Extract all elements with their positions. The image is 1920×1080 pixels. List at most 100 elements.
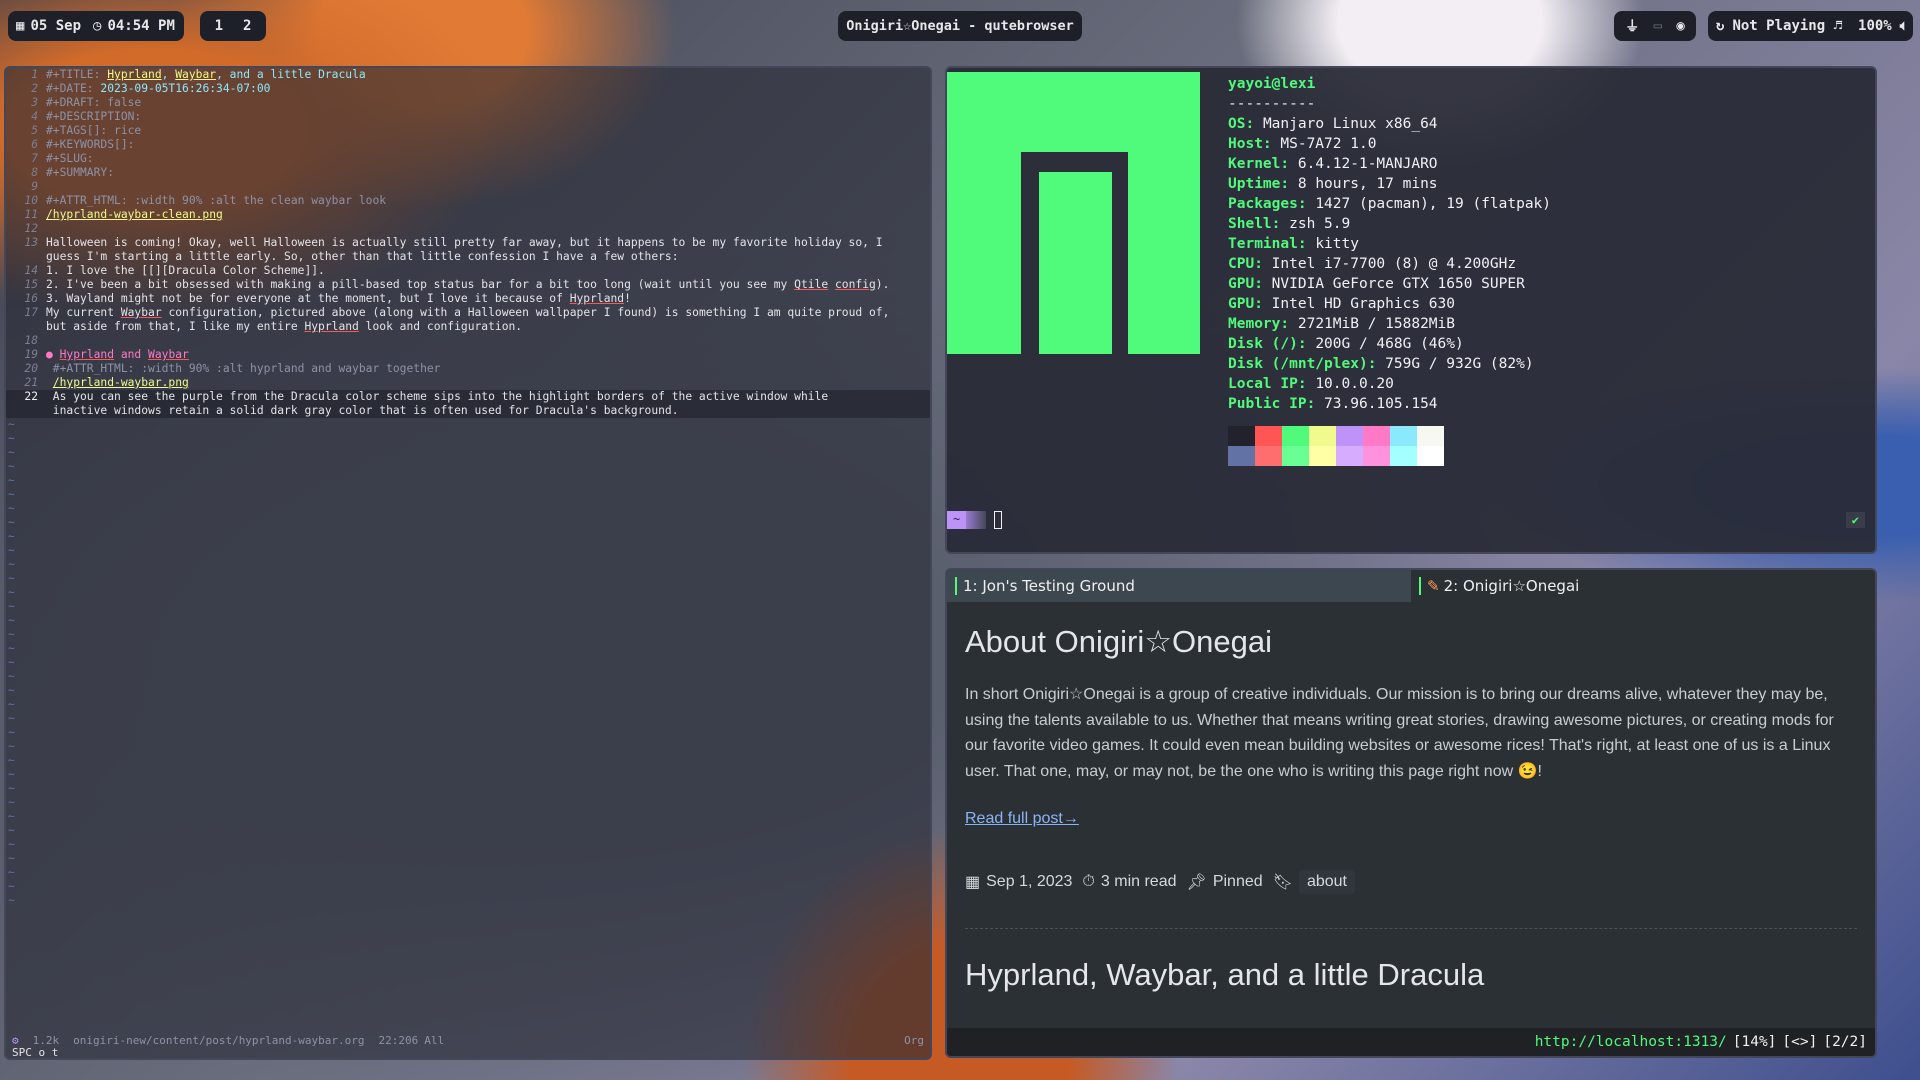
empty-line-marker: ~	[8, 880, 15, 893]
buffer-path: onigiri-new/content/post/hyprland-waybar…	[73, 1034, 365, 1047]
fetch-colon: :	[1297, 236, 1316, 252]
line-segment: configuration, pictured above (along wit…	[161, 306, 890, 319]
editor-line[interactable]: 4 #+DESCRIPTION:	[6, 110, 930, 124]
web-page: About Onigiri☆Onegai In short Onigiri☆On…	[947, 624, 1875, 993]
fetch-row: Kernel: 6.4.12-1-MANJARO	[1228, 154, 1551, 174]
monitor-icon[interactable]: ▭	[1654, 18, 1662, 34]
line-segment: As you can see the purple from the Dracu…	[46, 390, 829, 403]
line-number: 21	[24, 376, 38, 389]
editor-line[interactable]: 11/hyprland-waybar-clean.png	[6, 208, 930, 222]
line-segment: 1. I love the [[][Dracula Color Scheme]]…	[46, 264, 325, 277]
empty-line-marker: ~	[8, 810, 15, 823]
tag-about[interactable]: about	[1298, 870, 1355, 894]
editor-line[interactable]: 5 #+TAGS[]: rice	[6, 124, 930, 138]
read-full-post-link[interactable]: Read full post→	[965, 810, 1079, 827]
editor-line[interactable]: 8 #+SUMMARY:	[6, 166, 930, 180]
line-segment: Hyprland	[304, 320, 359, 333]
kitty-terminal[interactable]: yayoi@lexi ---------- OS: Manjaro Linux …	[945, 66, 1877, 554]
fetch-key: Local IP	[1228, 376, 1298, 392]
empty-line-marker: ~	[8, 740, 15, 753]
line-segment	[828, 278, 835, 291]
editor-line[interactable]: 13 Halloween is coming! Okay, well Hallow…	[6, 236, 930, 250]
empty-line-marker: ~	[8, 544, 15, 557]
line-segment: Qtile	[794, 278, 829, 291]
color-swatch	[1336, 446, 1363, 466]
editor-line[interactable]: 3 #+DRAFT: false	[6, 96, 930, 110]
editor-line[interactable]: 6 #+KEYWORDS[]:	[6, 138, 930, 152]
editor-line[interactable]: 17 My current Waybar configuration, pictu…	[6, 306, 930, 320]
line-segment: #+TITLE:	[46, 68, 108, 81]
fetch-colon: :	[1306, 396, 1325, 412]
line-text: #+DATE: 2023-09-05T16:26:34-07:00	[46, 82, 930, 96]
workspace-1[interactable]: 1	[205, 18, 233, 34]
clock-pill[interactable]: ▦ 05 Sep ◷ 04:54 PM	[8, 11, 184, 41]
color-swatch	[1228, 446, 1255, 466]
line-text: /hyprland-waybar-clean.png	[46, 208, 930, 222]
fetch-key: Disk (/)	[1228, 336, 1298, 352]
editor-line[interactable]: 1 #+TITLE: Hyprland, Waybar, and a little…	[6, 68, 930, 82]
line-text	[46, 334, 930, 348]
fetch-value: Intel HD Graphics 630	[1271, 296, 1455, 312]
tab-onigiri-onegai[interactable]: ✎ 2: Onigiri☆Onegai	[1411, 570, 1875, 602]
workspace-2[interactable]: 2	[233, 18, 261, 34]
empty-line-marker: ~	[8, 852, 15, 865]
editor-line[interactable]: 10 #+ATTR_HTML: :width 90% :alt the clean…	[6, 194, 930, 208]
usb-icon[interactable]: ⏚	[1625, 16, 1639, 36]
editor-line[interactable]: 18	[6, 334, 930, 348]
fetch-key: Host	[1228, 136, 1263, 152]
line-segment: My current	[46, 306, 121, 319]
editor-line[interactable]: guess I'm starting a little early. So, o…	[6, 250, 930, 264]
date-text: 05 Sep	[30, 18, 82, 34]
editor-line[interactable]: 15 2. I've been a bit obsessed with makin…	[6, 278, 930, 292]
fetch-value: Intel i7-7700 (8) @ 4.200GHz	[1271, 256, 1517, 272]
editor-line[interactable]: 19 ● Hyprland and Waybar	[6, 348, 930, 362]
editor-line[interactable]: 22 As you can see the purple from the Dr…	[6, 390, 930, 404]
empty-line-marker: ~	[8, 670, 15, 683]
editor-line[interactable]: 16 3. Wayland might not be for everyone a…	[6, 292, 930, 306]
editor-line[interactable]: 14 1. I love the [[][Dracula Color Scheme…	[6, 264, 930, 278]
fetch-value: 73.96.105.154	[1324, 396, 1438, 412]
editor-line[interactable]: 12	[6, 222, 930, 236]
discord-icon[interactable]: ◉	[1676, 18, 1684, 34]
line-number: 11	[24, 208, 38, 221]
editor-buffer[interactable]: 1 #+TITLE: Hyprland, Waybar, and a little…	[6, 68, 930, 908]
line-segment: #+TAGS[]: rice	[46, 124, 142, 137]
post-title[interactable]: About Onigiri☆Onegai	[965, 624, 1857, 660]
terminal-cursor	[994, 511, 1003, 529]
empty-line-marker: ~	[8, 796, 15, 809]
fetch-key: Memory	[1228, 316, 1281, 332]
empty-line-marker: ~	[8, 656, 15, 669]
tab-label: 1: Jon's Testing Ground	[963, 577, 1135, 595]
editor-line[interactable]: but aside from that, I like my entire Hy…	[6, 320, 930, 334]
media-pill[interactable]: ↻ Not Playing ♬ 100% 🔈︎	[1708, 11, 1913, 41]
editor-line[interactable]: 2 #+DATE: 2023-09-05T16:26:34-07:00	[6, 82, 930, 96]
fetch-colon: :	[1280, 176, 1298, 192]
tab-jons-testing-ground[interactable]: 1: Jon's Testing Ground	[947, 570, 1411, 602]
line-number: 4	[31, 110, 38, 123]
fetch-value: 10.0.0.20	[1315, 376, 1394, 392]
editor-line[interactable]: inactive windows retain a solid dark gra…	[6, 404, 930, 418]
editor-line[interactable]: 21 /hyprland-waybar.png	[6, 376, 930, 390]
empty-line-marker: ~	[8, 586, 15, 599]
refresh-icon: ↻	[1716, 18, 1725, 34]
shell-prompt[interactable]: ~	[947, 511, 1003, 529]
editor-line[interactable]: 9	[6, 180, 930, 194]
volume-text[interactable]: 100%	[1858, 18, 1892, 34]
fetch-colon: :	[1245, 116, 1263, 132]
empty-line-marker: ~	[8, 782, 15, 795]
empty-line-marker: ~	[8, 432, 15, 445]
emacs-editor-window[interactable]: 1 #+TITLE: Hyprland, Waybar, and a little…	[4, 66, 932, 1060]
qutebrowser-window[interactable]: 1: Jon's Testing Ground ✎ 2: Onigiri☆One…	[945, 568, 1877, 1058]
minibuffer[interactable]: SPC o t	[12, 1046, 58, 1058]
fetch-key: Public IP	[1228, 396, 1307, 412]
editor-line[interactable]: 20 #+ATTR_HTML: :width 90% :alt hyprland…	[6, 362, 930, 376]
line-segment: Hyprland	[107, 68, 162, 81]
color-swatch	[1255, 446, 1282, 466]
empty-line-marker: ~	[8, 474, 15, 487]
editor-line[interactable]: 7 #+SLUG:	[6, 152, 930, 166]
status-url[interactable]: http://localhost:1313/	[1535, 1034, 1727, 1050]
line-segment: #+ATTR_HTML: :width 90% :alt the clean w…	[46, 194, 387, 207]
line-segment: and	[114, 348, 149, 361]
next-post-title[interactable]: Hyprland, Waybar, and a little Dracula	[965, 957, 1857, 993]
line-segment: look and configuration.	[358, 320, 523, 333]
